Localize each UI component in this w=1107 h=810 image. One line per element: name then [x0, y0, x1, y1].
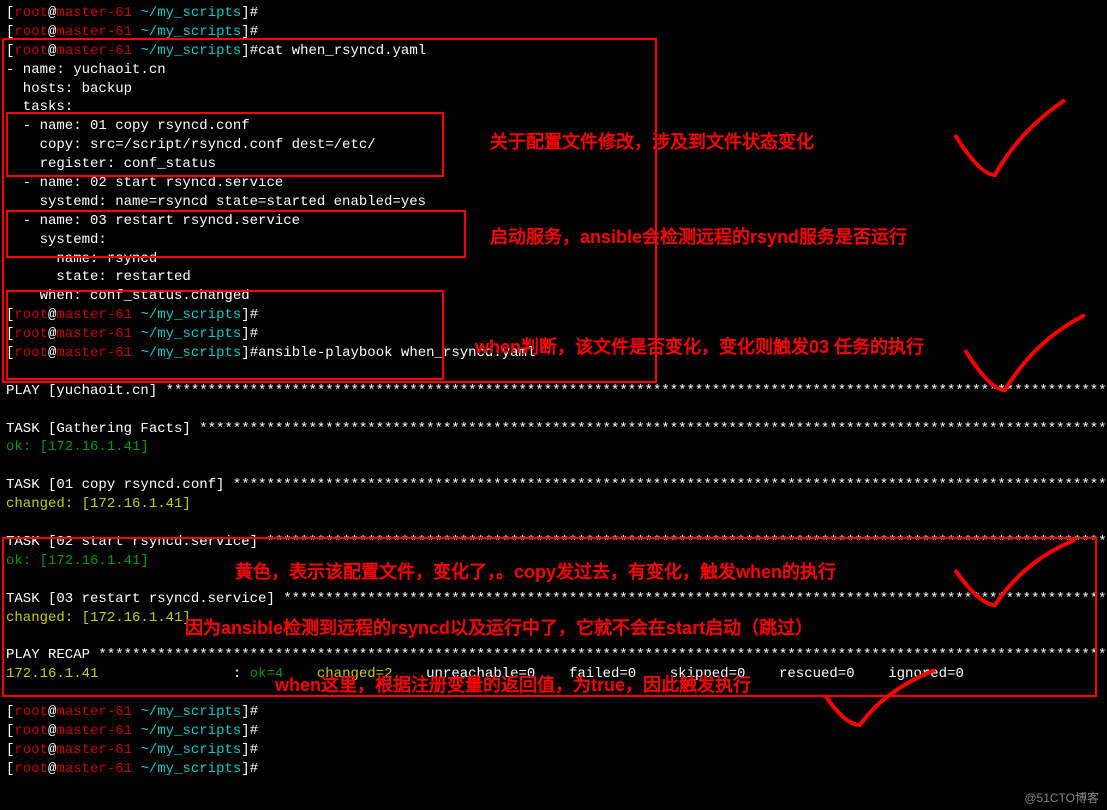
prompt-line: [root@master-61 ~/my_scripts]#: [6, 23, 1101, 42]
annotation-text-2: 启动服务，ansible会检测远程的rsynd服务是否运行: [490, 225, 907, 249]
annotation-text-1: 关于配置文件修改，涉及到文件状态变化: [490, 130, 814, 154]
blank-line: [6, 514, 1101, 533]
prompt-line: [root@master-61 ~/my_scripts]#: [6, 703, 1101, 722]
yaml-line: name: rsyncd: [6, 250, 1101, 269]
yaml-line: - name: yuchaoit.cn: [6, 61, 1101, 80]
yaml-line: - name: 02 start rsyncd.service: [6, 174, 1101, 193]
play-recap: PLAY RECAP *****************************…: [6, 646, 1101, 665]
prompt-line: [root@master-61 ~/my_scripts]#: [6, 722, 1101, 741]
task-03: TASK [03 restart rsyncd.service] *******…: [6, 590, 1101, 609]
blank-line: [6, 363, 1101, 382]
changed-host: changed: [172.16.1.41]: [6, 495, 1101, 514]
yaml-line: hosts: backup: [6, 80, 1101, 99]
annotation-text-4: 黄色，表示该配置文件，变化了，。copy发过去，有变化，触发when的执行: [235, 560, 836, 584]
task-01: TASK [01 copy rsyncd.conf] *************…: [6, 476, 1101, 495]
yaml-line: state: restarted: [6, 268, 1101, 287]
annotation-text-3: when判断，该文件是否变化，变化则触发03 任务的执行: [475, 335, 924, 359]
cmd-cat: [root@master-61 ~/my_scripts]#cat when_r…: [6, 42, 1101, 61]
task-gathering-facts: TASK [Gathering Facts] *****************…: [6, 420, 1101, 439]
play-header: PLAY [yuchaoit.cn] *********************…: [6, 382, 1101, 401]
yaml-line: register: conf_status: [6, 155, 1101, 174]
blank-line: [6, 457, 1101, 476]
terminal[interactable]: [root@master-61 ~/my_scripts]# [root@mas…: [6, 4, 1101, 779]
task-02: TASK [02 start rsyncd.service] *********…: [6, 533, 1101, 552]
watermark: @51CTO博客: [1024, 790, 1099, 806]
prompt-line: [root@master-61 ~/my_scripts]#: [6, 4, 1101, 23]
prompt-line: [root@master-61 ~/my_scripts]#: [6, 741, 1101, 760]
prompt-line: [root@master-61 ~/my_scripts]#: [6, 760, 1101, 779]
yaml-line: when: conf_status.changed: [6, 287, 1101, 306]
blank-line: [6, 401, 1101, 420]
annotation-text-6: when这里，根据注册变量的返回值，为true，因此触发执行: [275, 673, 751, 697]
annotation-text-5: 因为ansible检测到远程的rsyncd以及运行中了，它就不会在start启动…: [185, 616, 813, 640]
yaml-line: systemd: name=rsyncd state=started enabl…: [6, 193, 1101, 212]
prompt-line: [root@master-61 ~/my_scripts]#: [6, 306, 1101, 325]
yaml-line: tasks:: [6, 98, 1101, 117]
ok-host: ok: [172.16.1.41]: [6, 438, 1101, 457]
